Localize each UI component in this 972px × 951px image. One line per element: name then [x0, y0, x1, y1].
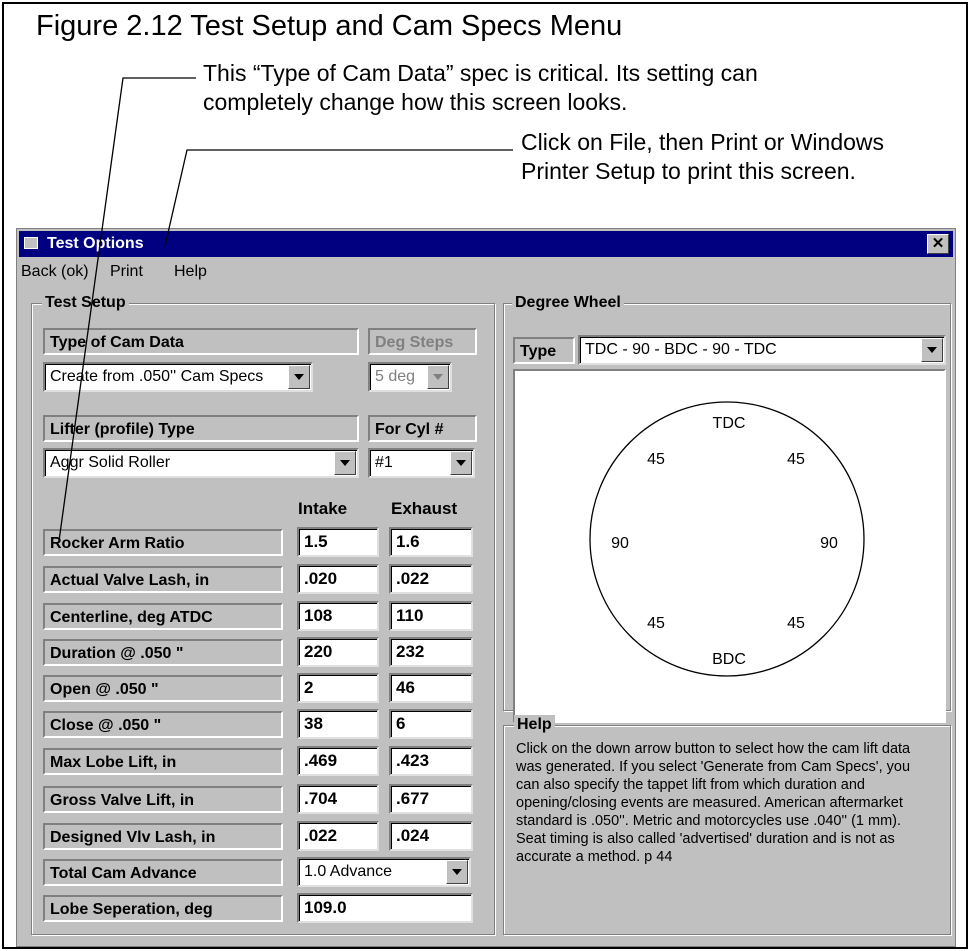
- row-label: Designed Vlv Lash, in: [43, 823, 283, 850]
- menu-bar: Back (ok) Print Help: [19, 258, 953, 286]
- degree-wheel-label: Degree Wheel: [512, 293, 624, 313]
- test-setup-label: Test Setup: [42, 293, 129, 313]
- menu-help[interactable]: Help: [174, 258, 207, 286]
- intake-input[interactable]: .020: [297, 564, 379, 594]
- row-label: Max Lobe Lift, in: [43, 748, 283, 775]
- exhaust-input[interactable]: 46: [389, 673, 473, 703]
- row-label: Actual Valve Lash, in: [43, 566, 283, 593]
- wheel-type-value: TDC - 90 - BDC - 90 - TDC: [585, 341, 777, 358]
- window-icon: [24, 237, 38, 249]
- intake-input[interactable]: 38: [297, 709, 379, 739]
- row-label: Centerline, deg ATDC: [43, 603, 283, 630]
- menu-back-ok[interactable]: Back (ok): [21, 258, 89, 286]
- wheel-label-lower-left: 45: [647, 615, 665, 632]
- exhaust-input[interactable]: 6: [389, 709, 473, 739]
- exhaust-input[interactable]: .423: [389, 746, 473, 776]
- exhaust-input[interactable]: .677: [389, 784, 473, 814]
- close-button[interactable]: ✕: [927, 234, 949, 254]
- lobe-separation-label: Lobe Seperation, deg: [43, 895, 283, 922]
- lifter-type-value: Aggr Solid Roller: [50, 454, 171, 471]
- wheel-label-upper-right: 45: [787, 451, 805, 468]
- for-cyl-select[interactable]: #1: [368, 448, 475, 478]
- chevron-down-icon[interactable]: [446, 860, 468, 884]
- test-options-window: Test Options ✕ Back (ok) Print Help Test…: [16, 228, 956, 947]
- intake-input[interactable]: .704: [297, 784, 379, 814]
- intake-header: Intake: [298, 499, 348, 518]
- row-label: Open @ .050 ": [43, 675, 283, 702]
- total-cam-advance-select[interactable]: 1.0 Advance: [297, 857, 471, 887]
- lobe-separation-input[interactable]: 109.0: [297, 893, 473, 923]
- wheel-label-right: 90: [820, 535, 838, 552]
- chevron-down-icon[interactable]: [427, 365, 449, 389]
- help-text: Click on the down arrow button to select…: [516, 741, 911, 865]
- chevron-down-icon[interactable]: [334, 451, 356, 475]
- chevron-down-icon[interactable]: [288, 365, 310, 389]
- for-cyl-value: #1: [375, 454, 393, 471]
- intake-input[interactable]: .022: [297, 821, 379, 851]
- exhaust-input[interactable]: 232: [389, 637, 473, 667]
- type-of-cam-data-select[interactable]: Create from .050'' Cam Specs: [43, 362, 313, 392]
- annotation-print: Click on File, then Print or Windows Pri…: [521, 129, 885, 184]
- intake-input[interactable]: 108: [297, 601, 379, 631]
- lifter-type-label: Lifter (profile) Type: [43, 415, 359, 442]
- annotation-type-of-cam-data: This “Type of Cam Data” spec is critical…: [203, 60, 758, 115]
- help-label: Help: [514, 715, 555, 735]
- intake-input[interactable]: 220: [297, 637, 379, 667]
- wheel-label-top: TDC: [713, 415, 746, 432]
- deg-steps-value: 5 deg: [375, 368, 416, 385]
- wheel-type-select[interactable]: TDC - 90 - BDC - 90 - TDC: [578, 335, 946, 365]
- chevron-down-icon[interactable]: [450, 451, 472, 475]
- wheel-label-bottom: BDC: [712, 651, 746, 668]
- help-group: Help Click on the down arrow button to s…: [503, 715, 951, 935]
- wheel-label-left: 90: [611, 535, 629, 552]
- row-label: Gross Valve Lift, in: [43, 786, 283, 813]
- for-cyl-label: For Cyl #: [368, 415, 477, 442]
- wheel-label-lower-right: 45: [787, 615, 805, 632]
- degree-wheel-canvas: TDC 45 45 90 90 45 45 BDC: [513, 369, 946, 723]
- type-of-cam-data-value: Create from .050'' Cam Specs: [50, 368, 264, 385]
- intake-input[interactable]: 1.5: [297, 527, 379, 557]
- wheel-label-upper-left: 45: [647, 451, 665, 468]
- window-titlebar[interactable]: Test Options ✕: [19, 231, 953, 257]
- lifter-type-select[interactable]: Aggr Solid Roller: [43, 448, 359, 478]
- window-title: Test Options: [47, 235, 144, 252]
- exhaust-input[interactable]: .022: [389, 564, 473, 594]
- exhaust-input[interactable]: 110: [389, 601, 473, 631]
- total-cam-advance-label: Total Cam Advance: [43, 859, 283, 886]
- figure-title: Figure 2.12 Test Setup and Cam Specs Men…: [36, 10, 623, 42]
- intake-input[interactable]: 2: [297, 673, 379, 703]
- menu-print[interactable]: Print: [110, 258, 143, 286]
- deg-steps-label: Deg Steps: [368, 328, 477, 355]
- type-of-cam-data-label: Type of Cam Data: [43, 328, 359, 355]
- deg-steps-select[interactable]: 5 deg: [368, 362, 452, 392]
- total-cam-advance-value: 1.0 Advance: [304, 863, 393, 880]
- row-label: Rocker Arm Ratio: [43, 529, 283, 556]
- exhaust-header: Exhaust: [391, 499, 458, 518]
- exhaust-input[interactable]: .024: [389, 821, 473, 851]
- row-label: Close @ .050 ": [43, 711, 283, 738]
- wheel-type-label: Type: [513, 337, 575, 364]
- exhaust-input[interactable]: 1.6: [389, 527, 473, 557]
- intake-input[interactable]: .469: [297, 746, 379, 776]
- chevron-down-icon[interactable]: [921, 338, 943, 362]
- row-label: Duration @ .050 ": [43, 639, 283, 666]
